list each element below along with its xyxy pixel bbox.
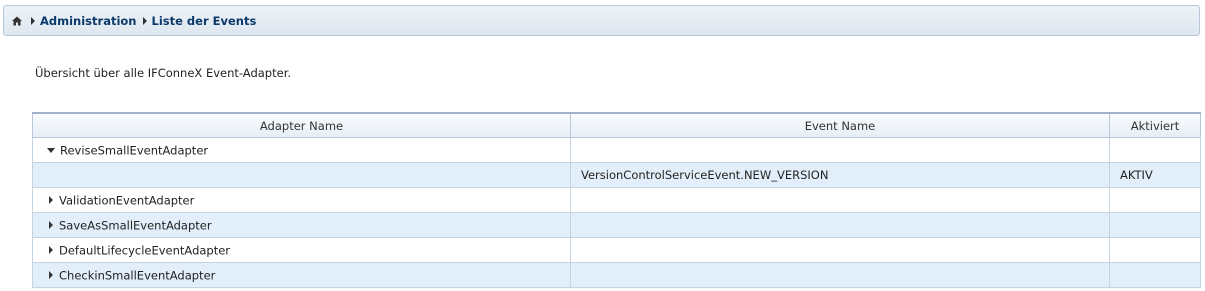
event-name-cell [570,237,1110,263]
activated-cell [1109,262,1201,288]
table-row[interactable]: DefaultLifecycleEventAdapter [32,237,1201,263]
breadcrumb: Administration Liste der Events [3,5,1200,36]
adapter-name-cell: CheckinSmallEventAdapter [32,262,571,288]
breadcrumb-separator-icon [142,16,147,25]
adapter-name: ReviseSmallEventAdapter [60,143,209,158]
adapter-name: SaveAsSmallEventAdapter [59,218,212,233]
adapter-name-cell: SaveAsSmallEventAdapter [32,212,571,238]
column-header-activated[interactable]: Aktiviert [1109,112,1201,138]
activated-cell [1109,137,1201,163]
adapter-name: DefaultLifecycleEventAdapter [59,243,231,258]
collapse-arrow-icon[interactable] [49,246,53,255]
home-icon[interactable] [11,15,23,27]
adapter-name: CheckinSmallEventAdapter [59,268,216,283]
table-row[interactable]: VersionControlServiceEvent.NEW_VERSION A… [32,162,1201,188]
activated-cell [1109,212,1201,238]
activated-cell: AKTIV [1109,162,1201,188]
column-header-event-name[interactable]: Event Name [570,112,1110,138]
table-header-row: Adapter Name Event Name Aktiviert [32,112,1201,138]
expand-arrow-icon[interactable] [47,147,55,153]
table-row[interactable]: CheckinSmallEventAdapter [32,262,1201,288]
event-name-cell [570,187,1110,213]
event-name-cell [570,137,1110,163]
adapter-name-cell: ValidationEventAdapter [32,187,571,213]
adapter-name-cell [32,162,571,188]
breadcrumb-separator-icon [31,16,35,25]
collapse-arrow-icon[interactable] [49,271,53,280]
adapter-name-cell: DefaultLifecycleEventAdapter [32,237,571,263]
event-name-cell [570,212,1110,238]
table-row[interactable]: ReviseSmallEventAdapter [32,137,1201,163]
table-row[interactable]: ValidationEventAdapter [32,187,1201,213]
table-row[interactable]: SaveAsSmallEventAdapter [32,212,1201,238]
collapse-arrow-icon[interactable] [49,221,53,230]
activated-cell [1109,237,1201,263]
event-name-cell [570,262,1110,288]
breadcrumb-event-list-link[interactable]: Liste der Events [152,14,257,28]
page-description: Übersicht über alle IFConneX Event-Adapt… [35,66,292,80]
event-name-cell: VersionControlServiceEvent.NEW_VERSION [570,162,1110,188]
column-header-adapter-name[interactable]: Adapter Name [32,112,571,138]
adapter-name: ValidationEventAdapter [59,193,195,208]
activated-cell [1109,187,1201,213]
breadcrumb-administration-link[interactable]: Administration [40,14,137,28]
collapse-arrow-icon[interactable] [49,196,53,205]
events-table: Adapter Name Event Name Aktiviert Revise… [32,112,1201,288]
adapter-name-cell: ReviseSmallEventAdapter [32,137,571,163]
